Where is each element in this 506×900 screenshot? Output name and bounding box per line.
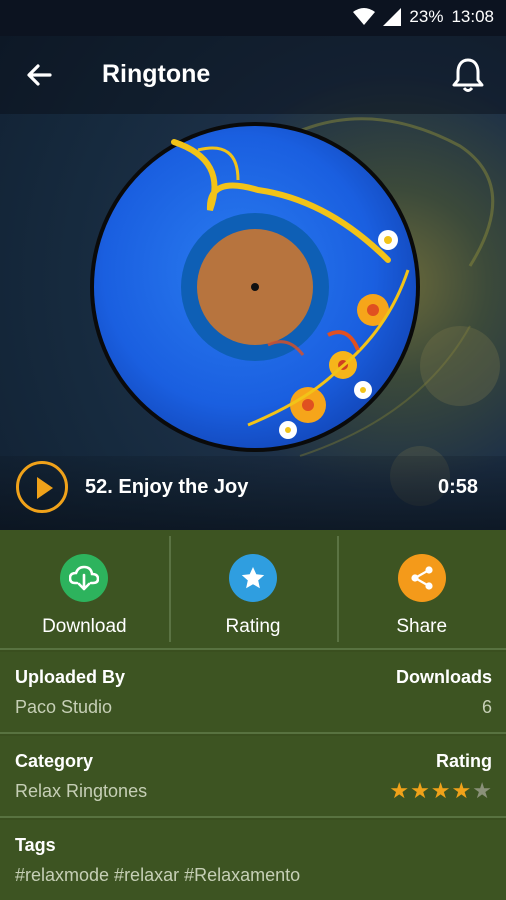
rating-star-icon: ★: [389, 778, 410, 803]
star-icon: [241, 567, 265, 589]
back-button[interactable]: [22, 58, 56, 92]
uploaded-by-heading: Uploaded By: [15, 667, 126, 687]
share-icon: [411, 566, 433, 590]
download-button[interactable]: Download: [0, 530, 169, 648]
rating-star-icon: ★: [430, 778, 451, 803]
rating-star-icon: ★: [410, 778, 430, 803]
song-title: 52. Enjoy the Joy: [85, 476, 249, 498]
bell-icon: [452, 58, 484, 92]
signal-icon: [383, 8, 402, 26]
rating-star-icon: ★: [472, 778, 492, 803]
tags-value[interactable]: #relaxmode #relaxar #Relaxamento: [15, 865, 300, 886]
cloud-download-icon: [69, 565, 100, 591]
rating-stars: ★ ★ ★ ★ ★: [389, 780, 492, 802]
battery-percent: 23%: [409, 7, 444, 26]
rating-star-icon: ★: [451, 778, 472, 803]
share-button[interactable]: Share: [337, 530, 506, 648]
page-title: Ringtone: [102, 60, 211, 88]
download-label: Download: [42, 616, 127, 637]
downloads-count: 6: [481, 697, 492, 717]
tags-row: Tags #relaxmode #relaxar #Relaxamento: [0, 820, 506, 900]
play-button[interactable]: [16, 461, 68, 513]
player-bar: 52. Enjoy the Joy 0:58: [0, 456, 506, 530]
arrow-back-icon: [27, 64, 52, 86]
rating-circle: [229, 554, 277, 602]
rating-button[interactable]: Rating: [168, 530, 338, 648]
uploaded-downloads-row: Uploaded By Paco Studio Downloads 6: [0, 652, 506, 734]
notification-button[interactable]: [450, 56, 486, 94]
wifi-icon: [353, 8, 376, 25]
rating-heading: Rating: [436, 751, 492, 771]
vinyl-disc-artwork: [90, 122, 420, 452]
app-toolbar: Ringtone: [0, 36, 506, 114]
download-circle: [60, 554, 109, 602]
uploader-name[interactable]: Paco Studio: [15, 697, 112, 718]
category-rating-row: Category Relax Ringtones Rating ★ ★ ★ ★ ★: [0, 736, 506, 818]
ringtone-hero: Ringtone 52. Enjoy the Joy 0:58: [0, 36, 506, 530]
category-heading: Category: [15, 751, 94, 771]
downloads-heading: Downloads: [395, 667, 492, 687]
status-bar: 23% 13:08: [0, 0, 506, 36]
play-icon: [37, 477, 53, 499]
share-label: Share: [396, 616, 448, 637]
tags-heading: Tags: [15, 835, 56, 855]
action-bar: Download Rating Share: [0, 530, 506, 650]
rating-label: Rating: [225, 616, 281, 637]
clock: 13:08: [451, 7, 494, 26]
song-duration: 0:58: [437, 476, 478, 498]
share-circle: [397, 554, 446, 602]
category-value[interactable]: Relax Ringtones: [15, 781, 147, 802]
